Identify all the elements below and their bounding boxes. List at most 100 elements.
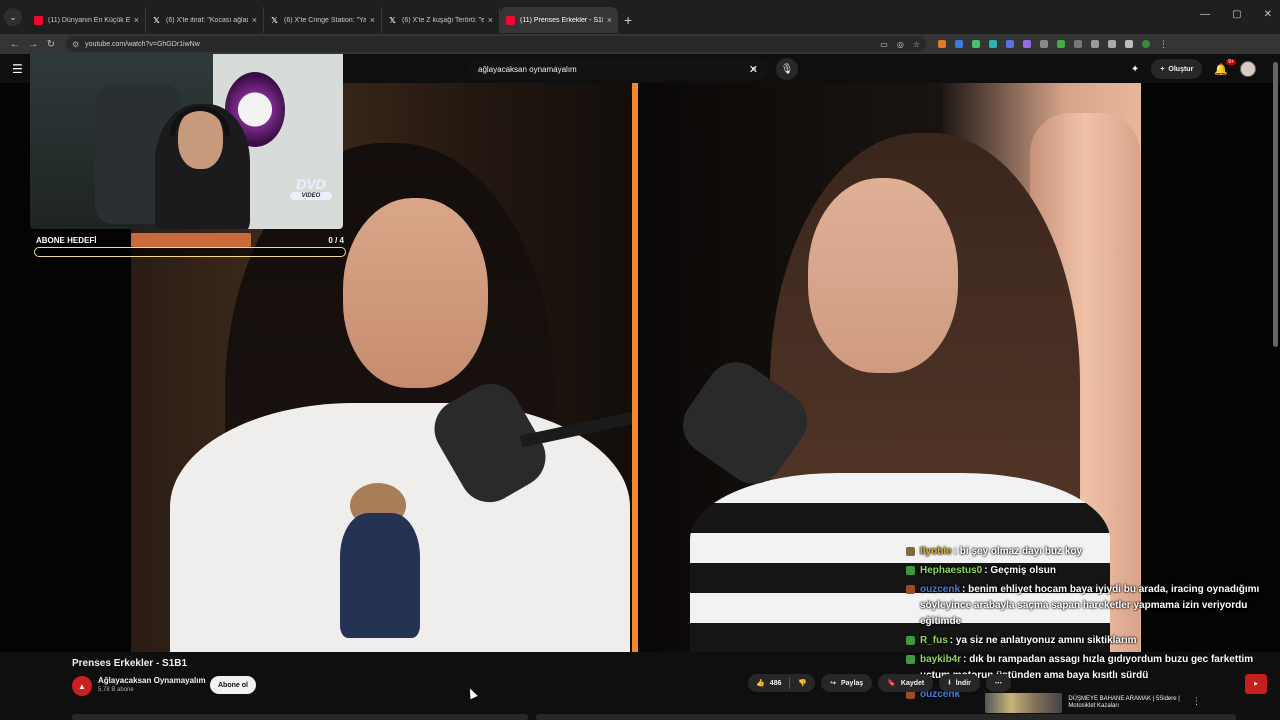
close-window-icon[interactable]: ✕ <box>1264 9 1272 20</box>
thumbs-up-icon: 👍 <box>756 680 765 687</box>
header-actions: ✦ + Oluştur 🔔 9+ <box>1131 58 1256 79</box>
recommended-video[interactable]: DÜŞMEYE BAHANE ARAMAK | 5Sidere | Motosi… <box>985 692 1195 714</box>
search-button[interactable]: ⌕ <box>742 58 766 80</box>
browser-tab[interactable]: 𝕏 (6) X'te Z kuşağı Terörü: "erkek × <box>382 7 500 33</box>
share-button[interactable]: ↪ Paylaş <box>821 674 873 692</box>
scrollbar[interactable] <box>1273 62 1278 347</box>
chat-message: R_fus: ya siz ne anlatıyonuz amını sikti… <box>906 633 1266 649</box>
extension-icon[interactable] <box>1091 40 1099 48</box>
browser-tab[interactable]: (11) Prenses Erkekler - S1B1 - Y × <box>500 7 618 33</box>
omnibox-icons: ▭ ◎ ☆ <box>880 40 920 49</box>
chat-text: : ya siz ne anlatıyonuz amını siktikları… <box>949 635 1137 646</box>
tab-close-icon[interactable]: × <box>488 15 493 25</box>
tab-close-icon[interactable]: × <box>134 15 139 25</box>
x-icon: 𝕏 <box>389 15 396 25</box>
browser-menu-icon[interactable]: ⋮ <box>1159 39 1168 50</box>
goal-label: ABONE HEDEFİ <box>36 236 97 245</box>
search-input[interactable]: ağlayacaksan oynamayalım ✕ <box>468 58 768 80</box>
url-text: youtube.com/watch?v=GhGDr1iwNw <box>85 40 200 48</box>
browser-tab[interactable]: (11) Dünyanın En Küçük Evleri × <box>28 7 146 33</box>
chat-username: ouzcenk <box>920 584 961 595</box>
bell-icon: 🔔 <box>1214 63 1228 76</box>
recommended-more-icon[interactable]: ⋮ <box>1192 696 1201 707</box>
like-count: 486 <box>769 679 782 687</box>
voice-search-button[interactable]: 🎙 <box>776 58 798 80</box>
reload-icon[interactable]: ↻ <box>42 39 60 50</box>
dislike-button[interactable]: 👎 <box>790 679 815 687</box>
sidebar-icon[interactable] <box>1125 40 1133 48</box>
channel-name[interactable]: Ağlayacaksan Oynamayalım <box>98 676 206 685</box>
chat-message-body: R_fus: ya siz ne anlatıyonuz amını sikti… <box>920 633 1137 649</box>
new-tab-button[interactable]: + <box>624 12 632 28</box>
more-actions-button[interactable]: ⋯ <box>985 674 1011 692</box>
chat-message: Hephaestus0: Geçmiş olsun <box>906 563 1266 579</box>
puzzle-icon[interactable] <box>1108 40 1116 48</box>
download-button[interactable]: ⭳ İndir <box>939 674 980 692</box>
back-icon[interactable]: ← <box>6 39 24 50</box>
maximize-icon[interactable]: ▢ <box>1232 9 1241 20</box>
site-info-icon[interactable]: ⚙ <box>72 40 79 49</box>
minimize-icon[interactable]: — <box>1200 9 1210 20</box>
chat-username: Ilyobie <box>920 546 952 557</box>
extension-icon[interactable] <box>1006 40 1014 48</box>
search-query: ağlayacaksan oynamayalım <box>478 64 577 74</box>
tab-close-icon[interactable]: × <box>370 15 375 25</box>
create-button[interactable]: + Oluştur <box>1151 59 1203 79</box>
microphone-icon: 🎙 <box>780 63 794 75</box>
goal-count: 0 / 4 <box>328 236 344 245</box>
tab-search-button[interactable]: ⌄ <box>4 8 22 26</box>
profile-icon[interactable] <box>1142 40 1150 48</box>
extension-icon[interactable] <box>1057 40 1065 48</box>
extension-icon[interactable] <box>989 40 997 48</box>
tab-title: (11) Prenses Erkekler - S1B1 - Y <box>520 16 603 24</box>
url-field[interactable]: ⚙ youtube.com/watch?v=GhGDr1iwNw ▭ ◎ ☆ <box>66 36 926 52</box>
chat-message: Ilyobie: bi şey olmaz dayı buz koy <box>906 544 1266 560</box>
extension-icon[interactable] <box>955 40 963 48</box>
video-actions: 👍 486 👎 ↪ Paylaş 🔖 Kaydet ⭳ İndir ⋯ <box>748 674 1011 692</box>
save-label: Kaydet <box>900 679 925 687</box>
window-controls: — ▢ ✕ <box>1200 9 1272 20</box>
extension-icon[interactable] <box>1040 40 1048 48</box>
tab-list: (11) Dünyanın En Küçük Evleri × 𝕏 (6) X'te … <box>28 1 618 33</box>
streamer-webcam: DVD VIDEO <box>30 54 343 229</box>
extension-icon[interactable] <box>1074 40 1082 48</box>
browser-tab[interactable]: 𝕏 (6) X'te itiraf: "Kocası ağladı diy × <box>146 7 264 33</box>
forward-icon[interactable]: → <box>24 39 42 50</box>
menu-icon[interactable]: ☰ <box>12 62 23 76</box>
extension-icon[interactable] <box>938 40 946 48</box>
dvd-text: DVD <box>296 176 326 192</box>
like-button[interactable]: 👍 486 <box>748 677 791 689</box>
comments-box-edge <box>536 714 1236 720</box>
split-divider <box>632 83 638 652</box>
notifications-button[interactable]: 🔔 9+ <box>1214 58 1236 76</box>
chat-message: ouzcenk: benim ehliyet hocam baya iyiydi… <box>906 582 1266 630</box>
browser-tab-strip: ⌄ (11) Dünyanın En Küçük Evleri × 𝕏 (6) X't… <box>0 0 1280 34</box>
bookmark-star-icon[interactable]: ☆ <box>913 40 920 49</box>
channel-avatar[interactable]: ▲ <box>72 676 92 696</box>
create-label: Oluştur <box>1168 65 1194 73</box>
tab-close-icon[interactable]: × <box>252 15 257 25</box>
browser-tab[interactable]: 𝕏 (6) X'te Cringe Station: "Yala × <box>264 7 382 33</box>
account-avatar[interactable] <box>1240 61 1256 77</box>
subscribe-button[interactable]: Abone ol <box>210 676 256 694</box>
share-label: Paylaş <box>841 679 864 687</box>
dvd-logo: DVD VIDEO <box>282 176 340 204</box>
extension-icon[interactable] <box>972 40 980 48</box>
tab-close-icon[interactable]: × <box>607 15 612 25</box>
chat-message-body: Hephaestus0: Geçmiş olsun <box>920 563 1056 579</box>
save-button[interactable]: 🔖 Kaydet <box>878 674 934 692</box>
guest-right-face <box>808 178 958 373</box>
cast-icon[interactable]: ▭ <box>880 40 888 49</box>
notification-badge: 9+ <box>1226 58 1236 65</box>
search-icon: ⌕ <box>750 62 758 75</box>
chat-badge-icon <box>906 547 915 556</box>
like-dislike-group: 👍 486 👎 <box>748 674 816 692</box>
eye-off-icon[interactable]: ◎ <box>897 40 904 49</box>
video-meta: Prenses Erkekler - S1B1 ▲ Ağlayacaksan O… <box>0 652 1280 720</box>
thumbs-down-icon: 👎 <box>798 680 808 687</box>
tab-title: (6) X'te Z kuşağı Terörü: "erkek <box>402 16 484 24</box>
gemini-icon[interactable]: ✦ <box>1131 64 1139 75</box>
extension-icon[interactable] <box>1023 40 1031 48</box>
bear-print-body <box>340 513 420 638</box>
recommended-thumbnail <box>985 693 1063 713</box>
